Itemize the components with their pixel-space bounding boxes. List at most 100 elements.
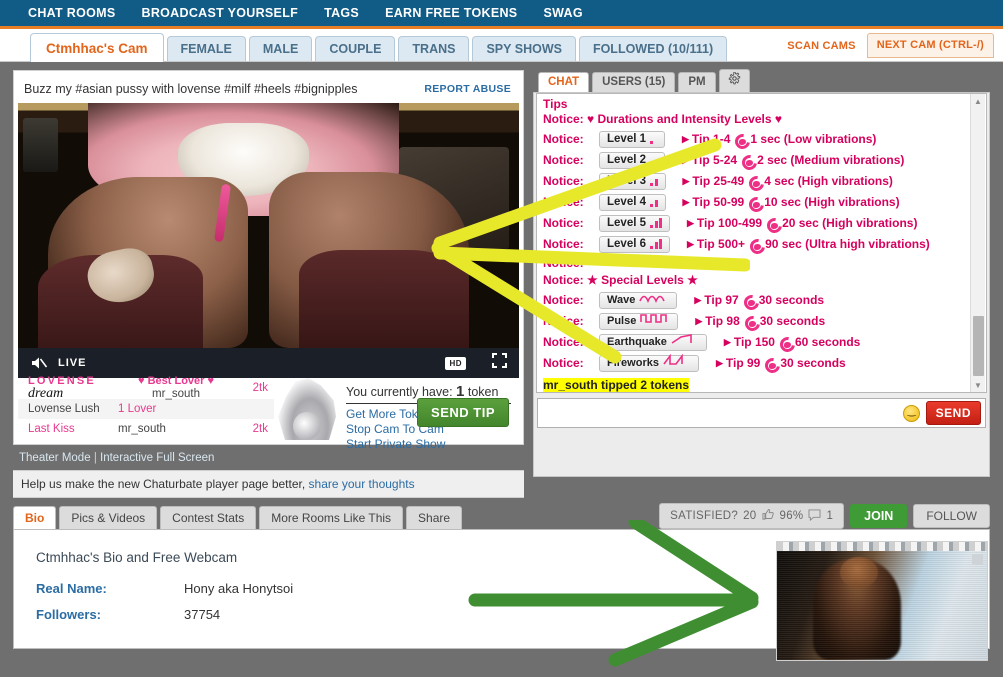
notice-label: Notice: bbox=[543, 313, 584, 328]
chat-send-button[interactable]: SEND bbox=[925, 401, 981, 425]
bottom-bar-right-actions: SATISFIED? 20 96% 1 JOIN FOLLOW bbox=[659, 503, 990, 529]
bottom-tab-bio[interactable]: Bio bbox=[13, 506, 57, 529]
fullscreen-icon[interactable] bbox=[492, 353, 507, 373]
chat-tab-bar: CHAT USERS (15) PM bbox=[533, 69, 990, 92]
fireworks-label: Fireworks bbox=[607, 356, 659, 369]
wave-duration: 30 seconds bbox=[758, 292, 825, 307]
signal-bars-icon bbox=[650, 134, 653, 144]
chat-level-row: Notice: Level 6 ▶ Tip 500+ 90 sec (Ultra… bbox=[543, 234, 980, 255]
notice-label: Notice: bbox=[543, 236, 584, 251]
tab-female[interactable]: FEMALE bbox=[166, 36, 246, 61]
bottom-tab-share[interactable]: Share bbox=[406, 506, 463, 529]
live-indicator-label: LIVE bbox=[58, 357, 87, 369]
lush-icon bbox=[743, 315, 757, 327]
bio-value-followers: 37754 bbox=[184, 607, 221, 622]
smiley-icon[interactable] bbox=[902, 404, 920, 422]
level-5-label: Level 5 bbox=[607, 216, 646, 229]
level-3-label: Level 3 bbox=[607, 174, 646, 187]
level-4-tip-range: Tip 50-99 bbox=[692, 194, 745, 209]
chat-tab-pm[interactable]: PM bbox=[678, 72, 716, 92]
theater-mode-link[interactable]: Theater Mode bbox=[19, 452, 91, 464]
level-1-tip-range: Tip 1-4 bbox=[691, 131, 731, 146]
level-3-button[interactable]: Level 3 bbox=[599, 172, 666, 190]
pulse-label: Pulse bbox=[607, 314, 637, 327]
level-1-duration: 1 sec (Low vibrations) bbox=[750, 131, 877, 146]
follow-button[interactable]: FOLLOW bbox=[913, 504, 990, 528]
comment-icon[interactable] bbox=[808, 508, 821, 524]
bottom-tab-more-rooms[interactable]: More Rooms Like This bbox=[259, 506, 404, 529]
earthquake-button[interactable]: Earthquake bbox=[599, 333, 707, 351]
tab-trans[interactable]: TRANS bbox=[398, 36, 470, 61]
feedback-bar: Help us make the new Chaturbate player p… bbox=[13, 470, 524, 498]
signal-bars-icon bbox=[650, 155, 653, 165]
lovense-brand-script: dream bbox=[28, 386, 64, 402]
thumbnail-scanlines bbox=[777, 542, 987, 660]
next-cam-button[interactable]: NEXT CAM (CTRL-/) bbox=[866, 33, 994, 58]
nav-item-earn-free-tokens[interactable]: EARN FREE TOKENS bbox=[385, 6, 517, 20]
tab-ctmhhacs-cam[interactable]: Ctmhhac's Cam bbox=[30, 33, 164, 62]
notice-label: Notice: bbox=[543, 194, 584, 209]
video-player[interactable] bbox=[18, 103, 519, 348]
tab-couple[interactable]: COUPLE bbox=[315, 36, 396, 61]
scroll-down-arrow-icon[interactable]: ▼ bbox=[971, 378, 985, 392]
chat-input[interactable] bbox=[538, 400, 903, 426]
tab-male[interactable]: MALE bbox=[248, 36, 313, 61]
level-2-duration: 2 sec (Medium vibrations) bbox=[757, 152, 905, 167]
wave-label: Wave bbox=[607, 293, 636, 306]
level-2-label: Level 2 bbox=[607, 153, 646, 166]
bottom-tab-contest-stats[interactable]: Contest Stats bbox=[160, 506, 257, 529]
page-root: CHAT ROOMS BROADCAST YOURSELF TAGS EARN … bbox=[0, 0, 1003, 677]
lovense-row-last-kiss: Last Kiss mr_south 2tk bbox=[18, 419, 274, 440]
fireworks-duration: 30 seconds bbox=[780, 355, 846, 370]
comment-count: 1 bbox=[826, 510, 834, 522]
share-thoughts-link[interactable]: share your thoughts bbox=[309, 477, 415, 491]
level-4-label: Level 4 bbox=[607, 195, 646, 208]
player-box: Buzz my #asian pussy with lovense #milf … bbox=[13, 70, 524, 451]
thumbnail-close-icon[interactable] bbox=[972, 554, 983, 565]
thumbs-up-icon[interactable] bbox=[761, 508, 775, 524]
scan-cams-button[interactable]: SCAN CAMS bbox=[776, 35, 866, 58]
chat-notice-durations: Notice: ♥ Durations and Intensity Levels… bbox=[543, 111, 980, 129]
interactive-full-screen-link[interactable]: Interactive Full Screen bbox=[100, 452, 214, 464]
lovense-logo: LOVENSE dream bbox=[24, 376, 118, 402]
top-navigation: CHAT ROOMS BROADCAST YOURSELF TAGS EARN … bbox=[0, 0, 1003, 29]
wave-button[interactable]: Wave bbox=[599, 291, 678, 309]
bullet-arrow-icon: ▶ bbox=[682, 196, 690, 207]
room-subject-bar: Buzz my #asian pussy with lovense #milf … bbox=[18, 75, 519, 103]
mute-speaker-icon[interactable] bbox=[30, 355, 48, 371]
chat-special-row: Notice: Earthquake ▶ Tip 150 60 seconds bbox=[543, 332, 980, 353]
start-private-show-link[interactable]: Start Private Show bbox=[346, 437, 511, 452]
nav-item-tags[interactable]: TAGS bbox=[324, 6, 359, 20]
chat-settings-gear-icon[interactable] bbox=[718, 69, 750, 92]
level-4-button[interactable]: Level 4 bbox=[599, 193, 666, 211]
level-6-tip-range: Tip 500+ bbox=[696, 236, 746, 251]
tab-followed[interactable]: FOLLOWED (10/111) bbox=[578, 36, 728, 61]
report-abuse-link[interactable]: REPORT ABUSE bbox=[424, 83, 511, 95]
satisfied-widget[interactable]: SATISFIED? 20 96% 1 bbox=[659, 503, 845, 529]
tab-spy-shows[interactable]: SPY SHOWS bbox=[472, 36, 576, 61]
nav-item-broadcast-yourself[interactable]: BROADCAST YOURSELF bbox=[142, 6, 299, 20]
scroll-up-arrow-icon[interactable]: ▲ bbox=[971, 94, 985, 108]
level-5-button[interactable]: Level 5 bbox=[599, 214, 670, 232]
scrollbar-thumb[interactable] bbox=[973, 316, 984, 376]
fireworks-button[interactable]: Fireworks bbox=[599, 353, 699, 372]
level-6-button[interactable]: Level 6 bbox=[599, 235, 670, 253]
chat-tab-chat[interactable]: CHAT bbox=[538, 72, 590, 92]
level-5-tip-range: Tip 100-499 bbox=[696, 215, 763, 230]
bottom-tab-pics-videos[interactable]: Pics & Videos bbox=[59, 506, 158, 529]
level-1-button[interactable]: Level 1 bbox=[599, 130, 665, 148]
lovense-row-best-lover: LOVENSE dream ♥ Best Lover ♥ mr_south 2t… bbox=[18, 376, 274, 402]
pulse-description: ▶ Tip 98 30 seconds bbox=[695, 311, 825, 332]
level-2-button[interactable]: Level 2 bbox=[599, 151, 665, 169]
chat-scrollbar[interactable]: ▲ ▼ bbox=[970, 94, 985, 392]
lush-icon bbox=[733, 133, 747, 145]
floating-video-thumbnail[interactable] bbox=[776, 541, 988, 661]
send-tip-button[interactable]: SEND TIP bbox=[417, 398, 509, 427]
hd-quality-button[interactable]: HD bbox=[445, 356, 466, 370]
chat-message-list[interactable]: Tips Notice: ♥ Durations and Intensity L… bbox=[536, 93, 987, 393]
nav-item-chat-rooms[interactable]: CHAT ROOMS bbox=[28, 6, 116, 20]
pulse-button[interactable]: Pulse bbox=[599, 312, 679, 330]
chat-tab-users[interactable]: USERS (15) bbox=[592, 72, 676, 92]
join-button[interactable]: JOIN bbox=[850, 504, 908, 528]
nav-item-swag[interactable]: SWAG bbox=[543, 6, 582, 20]
